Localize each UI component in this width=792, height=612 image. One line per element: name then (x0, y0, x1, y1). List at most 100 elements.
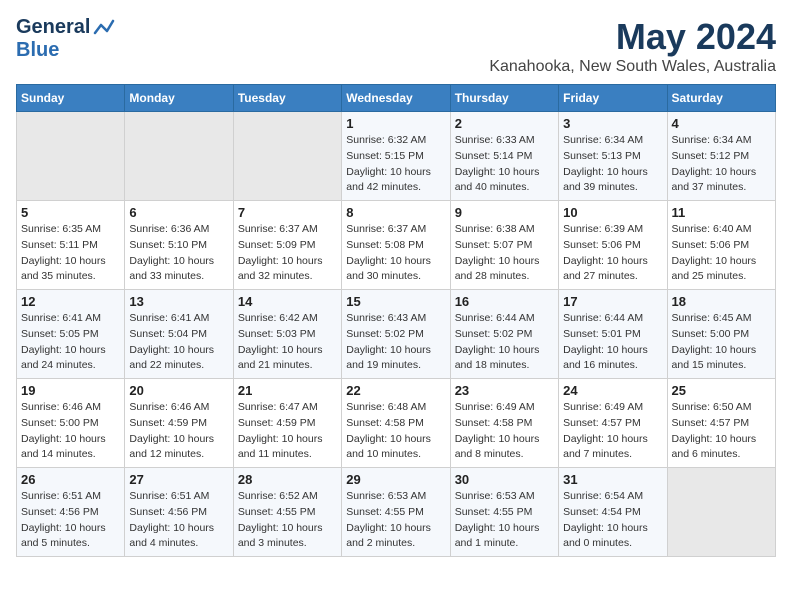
calendar-cell: 8 Sunrise: 6:37 AM Sunset: 5:08 PM Daylig… (342, 201, 450, 290)
day-info: Sunrise: 6:38 AM Sunset: 5:07 PM Dayligh… (455, 222, 554, 285)
day-info: Sunrise: 6:44 AM Sunset: 5:02 PM Dayligh… (455, 311, 554, 374)
day-number: 15 (346, 294, 445, 309)
calendar-cell: 31Sunrise: 6:54 AM Sunset: 4:54 PM Dayli… (559, 468, 667, 557)
day-number: 27 (129, 472, 228, 487)
day-info: Sunrise: 6:49 AM Sunset: 4:58 PM Dayligh… (455, 400, 554, 463)
day-info: Sunrise: 6:47 AM Sunset: 4:59 PM Dayligh… (238, 400, 337, 463)
logo-general-text: General (16, 16, 115, 39)
day-info: Sunrise: 6:41 AM Sunset: 5:05 PM Dayligh… (21, 311, 120, 374)
day-number: 10 (563, 205, 662, 220)
calendar-cell: 28 Sunrise: 6:52 AM Sunset: 4:55 PM Dayli… (233, 468, 341, 557)
calendar-cell: 3Sunrise: 6:34 AM Sunset: 5:13 PM Daylig… (559, 112, 667, 201)
title-block: May 2024 Kanahooka, New South Wales, Aus… (489, 16, 776, 76)
day-info: Sunrise: 6:36 AM Sunset: 5:10 PM Dayligh… (129, 222, 228, 285)
day-number: 9 (455, 205, 554, 220)
calendar-week-2: 5 Sunrise: 6:35 AM Sunset: 5:11 PM Daylig… (17, 201, 776, 290)
day-number: 16 (455, 294, 554, 309)
day-info: Sunrise: 6:43 AM Sunset: 5:02 PM Dayligh… (346, 311, 445, 374)
day-info: Sunrise: 6:46 AM Sunset: 5:00 PM Dayligh… (21, 400, 120, 463)
day-number: 23 (455, 383, 554, 398)
day-info: Sunrise: 6:54 AM Sunset: 4:54 PM Dayligh… (563, 489, 662, 552)
day-number: 30 (455, 472, 554, 487)
day-number: 2 (455, 116, 554, 131)
weekday-header-sunday: Sunday (17, 85, 125, 112)
location-title: Kanahooka, New South Wales, Australia (489, 58, 776, 76)
weekday-header-tuesday: Tuesday (233, 85, 341, 112)
day-info: Sunrise: 6:39 AM Sunset: 5:06 PM Dayligh… (563, 222, 662, 285)
calendar-cell: 7 Sunrise: 6:37 AM Sunset: 5:09 PM Daylig… (233, 201, 341, 290)
day-info: Sunrise: 6:34 AM Sunset: 5:12 PM Dayligh… (672, 133, 771, 196)
logo: General Blue (16, 16, 115, 62)
day-info: Sunrise: 6:32 AM Sunset: 5:15 PM Dayligh… (346, 133, 445, 196)
logo-blue-text: Blue (16, 39, 59, 62)
day-number: 4 (672, 116, 771, 131)
day-number: 8 (346, 205, 445, 220)
calendar-week-4: 19 Sunrise: 6:46 AM Sunset: 5:00 PM Dayli… (17, 379, 776, 468)
day-info: Sunrise: 6:37 AM Sunset: 5:08 PM Dayligh… (346, 222, 445, 285)
calendar-cell: 12 Sunrise: 6:41 AM Sunset: 5:05 PM Dayli… (17, 290, 125, 379)
day-number: 29 (346, 472, 445, 487)
calendar-header-row: SundayMondayTuesdayWednesdayThursdayFrid… (17, 85, 776, 112)
day-info: Sunrise: 6:40 AM Sunset: 5:06 PM Dayligh… (672, 222, 771, 285)
day-info: Sunrise: 6:52 AM Sunset: 4:55 PM Dayligh… (238, 489, 337, 552)
day-info: Sunrise: 6:53 AM Sunset: 4:55 PM Dayligh… (455, 489, 554, 552)
day-number: 21 (238, 383, 337, 398)
calendar-cell: 17 Sunrise: 6:44 AM Sunset: 5:01 PM Dayli… (559, 290, 667, 379)
calendar-cell: 13Sunrise: 6:41 AM Sunset: 5:04 PM Dayli… (125, 290, 233, 379)
day-number: 28 (238, 472, 337, 487)
calendar-cell: 14Sunrise: 6:42 AM Sunset: 5:03 PM Dayli… (233, 290, 341, 379)
day-number: 12 (21, 294, 120, 309)
calendar-cell (667, 468, 775, 557)
calendar-cell: 18Sunrise: 6:45 AM Sunset: 5:00 PM Dayli… (667, 290, 775, 379)
logo-wave-icon (93, 19, 115, 37)
day-number: 24 (563, 383, 662, 398)
calendar-cell: 15 Sunrise: 6:43 AM Sunset: 5:02 PM Dayli… (342, 290, 450, 379)
day-number: 6 (129, 205, 228, 220)
calendar-week-3: 12 Sunrise: 6:41 AM Sunset: 5:05 PM Dayli… (17, 290, 776, 379)
calendar-cell: 26 Sunrise: 6:51 AM Sunset: 4:56 PM Dayli… (17, 468, 125, 557)
day-number: 25 (672, 383, 771, 398)
day-info: Sunrise: 6:53 AM Sunset: 4:55 PM Dayligh… (346, 489, 445, 552)
calendar-cell (17, 112, 125, 201)
weekday-header-thursday: Thursday (450, 85, 558, 112)
day-number: 19 (21, 383, 120, 398)
month-title: May 2024 (489, 16, 776, 58)
calendar-cell: 16 Sunrise: 6:44 AM Sunset: 5:02 PM Dayli… (450, 290, 558, 379)
day-info: Sunrise: 6:44 AM Sunset: 5:01 PM Dayligh… (563, 311, 662, 374)
calendar-cell: 11Sunrise: 6:40 AM Sunset: 5:06 PM Dayli… (667, 201, 775, 290)
day-number: 17 (563, 294, 662, 309)
calendar-cell: 27Sunrise: 6:51 AM Sunset: 4:56 PM Dayli… (125, 468, 233, 557)
day-info: Sunrise: 6:51 AM Sunset: 4:56 PM Dayligh… (21, 489, 120, 552)
calendar-cell (125, 112, 233, 201)
calendar-cell: 29 Sunrise: 6:53 AM Sunset: 4:55 PM Dayli… (342, 468, 450, 557)
calendar-cell: 21 Sunrise: 6:47 AM Sunset: 4:59 PM Dayli… (233, 379, 341, 468)
calendar-cell: 25 Sunrise: 6:50 AM Sunset: 4:57 PM Dayli… (667, 379, 775, 468)
day-info: Sunrise: 6:35 AM Sunset: 5:11 PM Dayligh… (21, 222, 120, 285)
day-number: 3 (563, 116, 662, 131)
day-info: Sunrise: 6:42 AM Sunset: 5:03 PM Dayligh… (238, 311, 337, 374)
calendar-cell: 19 Sunrise: 6:46 AM Sunset: 5:00 PM Dayli… (17, 379, 125, 468)
calendar-cell: 30 Sunrise: 6:53 AM Sunset: 4:55 PM Dayli… (450, 468, 558, 557)
day-number: 7 (238, 205, 337, 220)
calendar-cell: 10 Sunrise: 6:39 AM Sunset: 5:06 PM Dayli… (559, 201, 667, 290)
day-number: 5 (21, 205, 120, 220)
day-info: Sunrise: 6:45 AM Sunset: 5:00 PM Dayligh… (672, 311, 771, 374)
calendar-week-1: 1 Sunrise: 6:32 AM Sunset: 5:15 PM Daylig… (17, 112, 776, 201)
calendar-cell: 22Sunrise: 6:48 AM Sunset: 4:58 PM Dayli… (342, 379, 450, 468)
weekday-header-friday: Friday (559, 85, 667, 112)
logo-text-block: General Blue (16, 16, 115, 62)
day-info: Sunrise: 6:50 AM Sunset: 4:57 PM Dayligh… (672, 400, 771, 463)
day-info: Sunrise: 6:33 AM Sunset: 5:14 PM Dayligh… (455, 133, 554, 196)
calendar-cell: 9 Sunrise: 6:38 AM Sunset: 5:07 PM Daylig… (450, 201, 558, 290)
day-number: 1 (346, 116, 445, 131)
day-number: 26 (21, 472, 120, 487)
weekday-header-wednesday: Wednesday (342, 85, 450, 112)
day-info: Sunrise: 6:37 AM Sunset: 5:09 PM Dayligh… (238, 222, 337, 285)
day-info: Sunrise: 6:49 AM Sunset: 4:57 PM Dayligh… (563, 400, 662, 463)
weekday-header-monday: Monday (125, 85, 233, 112)
logo-wrapper: General Blue (16, 16, 115, 62)
calendar-cell: 2 Sunrise: 6:33 AM Sunset: 5:14 PM Daylig… (450, 112, 558, 201)
calendar-cell: 1 Sunrise: 6:32 AM Sunset: 5:15 PM Daylig… (342, 112, 450, 201)
calendar-week-5: 26 Sunrise: 6:51 AM Sunset: 4:56 PM Dayli… (17, 468, 776, 557)
page-header: General Blue May 2024 Kanahooka, New Sou… (16, 16, 776, 76)
